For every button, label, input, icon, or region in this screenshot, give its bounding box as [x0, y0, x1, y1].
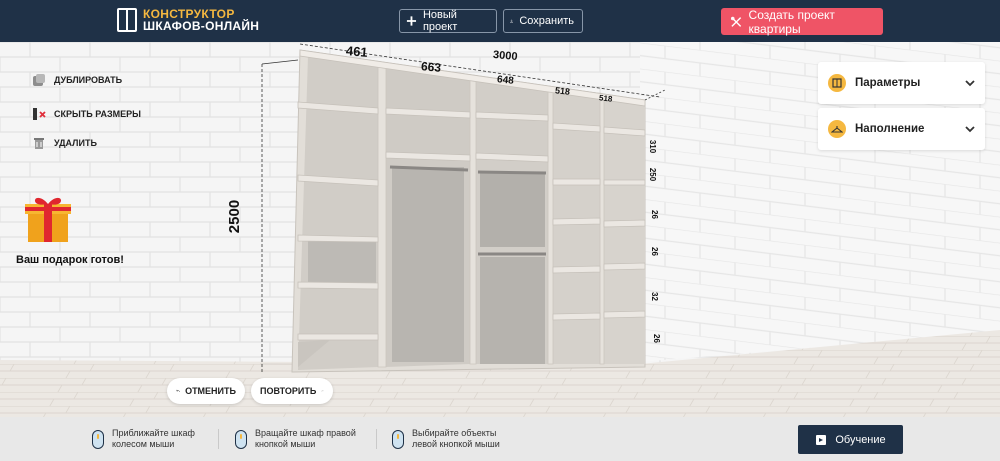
- wardrobe-logo-icon: [117, 8, 137, 32]
- section3-width-label: 648: [496, 74, 515, 87]
- chevron-down-icon: [965, 125, 975, 132]
- side-label-2: 250: [648, 167, 658, 182]
- tutorial-label: Обучение: [835, 433, 886, 446]
- wardrobe[interactable]: [291, 49, 646, 373]
- side-label-5: 32: [649, 292, 659, 301]
- play-book-icon: [816, 434, 827, 445]
- section4-width-label: 518: [554, 85, 571, 97]
- mouse-left-button-icon: [392, 429, 404, 449]
- top-bar: КОНСТРУКТОР ШКАФОВ-ОНЛАЙН Новый проект С…: [0, 0, 1000, 42]
- gift-caption[interactable]: Ваш подарок готов!: [16, 254, 124, 266]
- hint-select-line2: левой кнопкой мыши: [412, 439, 500, 449]
- chevron-down-icon: [965, 79, 975, 86]
- undo-arrow-icon: [176, 389, 180, 392]
- logo-title-line2: ШКАФОВ-ОНЛАЙН: [143, 19, 260, 33]
- height-dimension-label: 2500: [226, 199, 244, 234]
- logo[interactable]: КОНСТРУКТОР ШКАФОВ-ОНЛАЙН: [117, 8, 259, 32]
- new-project-label: Новый проект: [422, 9, 458, 33]
- total-width-label: 3000: [492, 48, 518, 64]
- new-project-button[interactable]: Новый проект: [399, 9, 497, 33]
- save-label: Сохранить: [519, 15, 574, 27]
- section1-width-label: 461: [345, 43, 369, 60]
- side-label-6: 26: [651, 334, 661, 343]
- plus-icon: [406, 16, 417, 26]
- mouse-wheel-icon: [92, 429, 104, 449]
- undo-button[interactable]: ОТМЕНИТЬ: [167, 378, 245, 404]
- hint-rotate-line1: Вращайте шкаф правой: [255, 428, 356, 438]
- redo-button[interactable]: ПОВТОРИТЬ: [251, 378, 333, 404]
- bottom-hints-bar: Приближайте шкаф колесом мыши Вращайте ш…: [0, 417, 1000, 461]
- hint-rotate-line2: кнопкой мыши: [255, 439, 316, 449]
- undo-label: ОТМЕНИТЬ: [185, 386, 236, 396]
- hint-zoom-line1: Приближайте шкаф: [112, 428, 195, 438]
- hint-zoom: Приближайте шкаф колесом мыши: [92, 428, 195, 450]
- delete-button[interactable]: УДАЛИТЬ: [32, 136, 97, 150]
- gift-box-icon[interactable]: [22, 192, 74, 244]
- ruler-cross-icon: [33, 108, 46, 120]
- hanger-icon: [828, 120, 846, 138]
- trash-icon: [34, 138, 44, 149]
- hint-zoom-line2: колесом мыши: [112, 439, 175, 449]
- hide-sizes-label: СКРЫТЬ РАЗМЕРЫ: [54, 109, 141, 119]
- tutorial-button[interactable]: Обучение: [798, 425, 903, 454]
- filling-panel[interactable]: Наполнение: [818, 108, 985, 150]
- divider: [218, 429, 219, 449]
- section2-width-label: 663: [420, 59, 442, 75]
- section5-width-label: 518: [598, 93, 613, 104]
- hint-select: Выбирайте объекты левой кнопкой мыши: [392, 428, 500, 450]
- parameters-label: Параметры: [855, 77, 921, 89]
- side-label-4: 26: [649, 247, 659, 256]
- mouse-right-button-icon: [235, 429, 247, 449]
- cube-icon: [33, 74, 45, 86]
- duplicate-button[interactable]: ДУБЛИРОВАТЬ: [32, 73, 122, 87]
- side-label-1: 310: [648, 139, 658, 154]
- hint-select-line1: Выбирайте объекты: [412, 428, 497, 438]
- tools-icon: [731, 16, 742, 27]
- divider: [376, 429, 377, 449]
- parameters-panel[interactable]: Параметры: [818, 62, 985, 104]
- redo-arrow-icon: [321, 390, 324, 392]
- redo-label: ПОВТОРИТЬ: [260, 386, 317, 396]
- hide-sizes-button[interactable]: СКРЫТЬ РАЗМЕРЫ: [32, 107, 141, 121]
- side-label-3: 26: [649, 210, 659, 219]
- duplicate-label: ДУБЛИРОВАТЬ: [54, 75, 123, 85]
- wardrobe-params-icon: [828, 74, 846, 92]
- filling-label: Наполнение: [855, 123, 925, 135]
- save-button[interactable]: Сохранить: [503, 9, 583, 33]
- hint-rotate: Вращайте шкаф правой кнопкой мыши: [235, 428, 356, 450]
- create-apartment-button[interactable]: Создать проект квартиры: [721, 7, 883, 36]
- create-apartment-label: Создать проект квартиры: [748, 7, 835, 36]
- delete-label: УДАЛИТЬ: [54, 138, 97, 148]
- download-icon: [510, 19, 514, 23]
